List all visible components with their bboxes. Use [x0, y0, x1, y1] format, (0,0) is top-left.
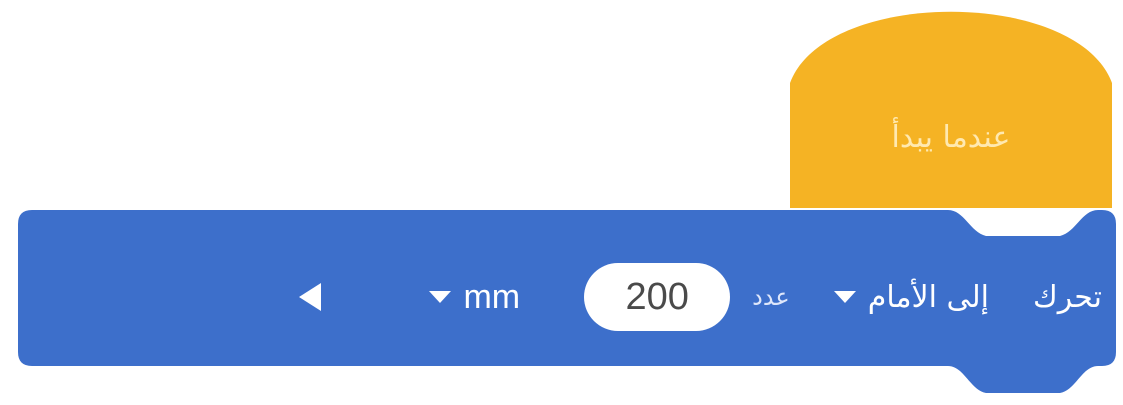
unit-dropdown[interactable]: mm — [429, 278, 520, 317]
amount-input[interactable]: 200 — [584, 263, 731, 331]
move-command-label: تحرك — [1033, 279, 1102, 315]
code-canvas: عندما يبدأ تحرك إلى الأمام عدد 200 mm — [0, 0, 1123, 405]
move-block-row: تحرك إلى الأمام عدد 200 mm — [18, 263, 1116, 331]
amount-label: عدد — [752, 283, 790, 311]
hat-block-label: عندما يبدأ — [891, 120, 1011, 155]
triangle-left-icon[interactable] — [299, 283, 322, 311]
direction-dropdown-value: إلى الأمام — [867, 279, 989, 315]
chevron-down-icon — [833, 291, 856, 303]
unit-dropdown-value: mm — [463, 277, 521, 316]
move-block[interactable]: تحرك إلى الأمام عدد 200 mm — [18, 210, 1116, 400]
chevron-down-icon — [429, 291, 452, 303]
direction-dropdown[interactable]: إلى الأمام — [833, 279, 989, 315]
